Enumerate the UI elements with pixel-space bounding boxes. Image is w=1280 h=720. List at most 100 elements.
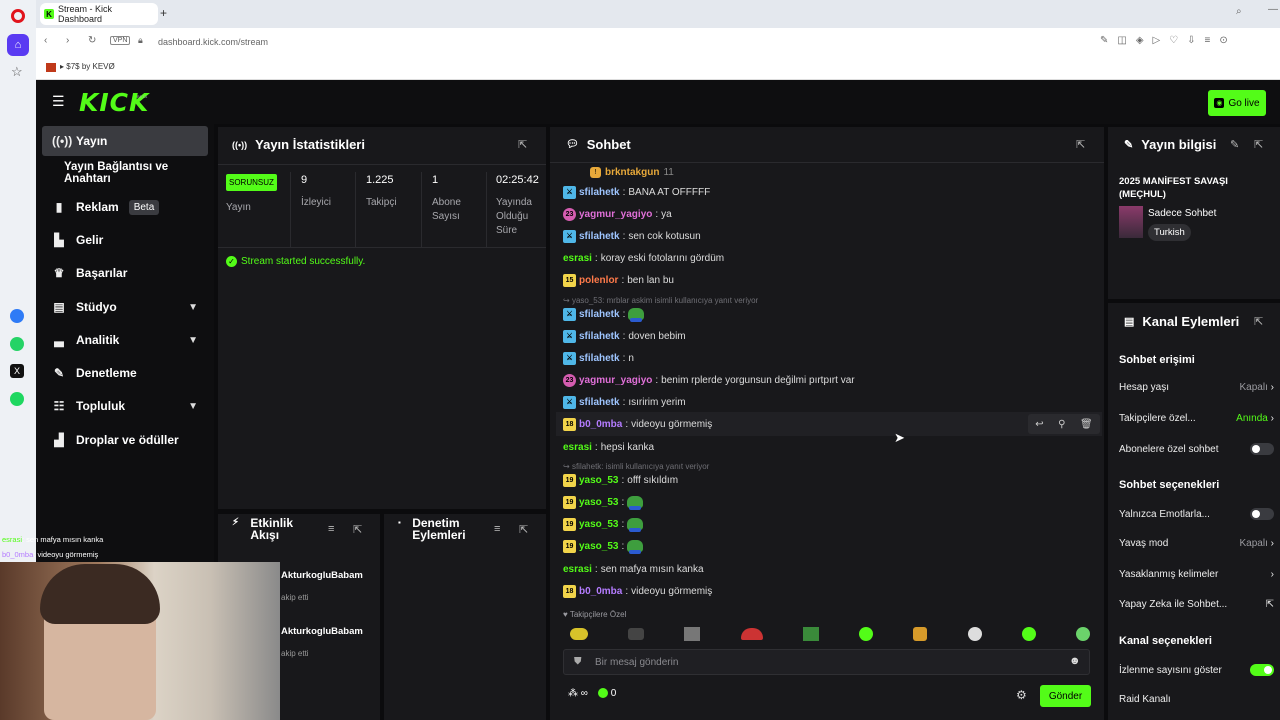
pin-icon[interactable]: ⚲ bbox=[1058, 419, 1065, 430]
chat-message[interactable]: 19 yaso_53: bbox=[563, 538, 644, 554]
filter-icon[interactable]: ≡ bbox=[494, 523, 500, 535]
filter-icon[interactable]: ≡ bbox=[328, 523, 334, 535]
chat-username[interactable]: b0_0mba bbox=[579, 419, 622, 430]
chat-message[interactable]: ⚔ sfilahetk: bbox=[563, 306, 645, 322]
chat-username[interactable]: b0_0mba bbox=[579, 586, 622, 597]
popout-icon[interactable]: ⇱ bbox=[1254, 315, 1263, 328]
sidebar-item-reklam[interactable]: ▮ Reklam Beta bbox=[42, 192, 208, 222]
chat-username[interactable]: esrasi bbox=[563, 442, 592, 453]
back-icon[interactable]: ‹ bbox=[44, 35, 47, 46]
language-tag[interactable]: Turkish bbox=[1148, 224, 1191, 241]
chat-message[interactable]: 23 yagmur_yagiyo: benim rplerde yorgunsun … bbox=[563, 372, 855, 388]
chat-username[interactable]: sfilahetk bbox=[579, 397, 620, 408]
sidebar-item-studyo[interactable]: ▤ Stüdyo ▼ bbox=[42, 292, 208, 322]
emoji-icon[interactable]: ☻ bbox=[1069, 655, 1081, 667]
show-viewers-setting[interactable]: İzlenme sayısını göster bbox=[1119, 664, 1274, 676]
edit-icon[interactable]: ✎ bbox=[1230, 138, 1239, 151]
opera-logo-icon[interactable] bbox=[11, 9, 25, 23]
chat-username[interactable]: yaso_53 bbox=[579, 519, 618, 530]
window-minimize-icon[interactable]: — bbox=[1268, 4, 1278, 15]
emote-icon[interactable] bbox=[967, 627, 982, 641]
browser-tab[interactable]: K Stream - Kick Dashboard bbox=[40, 3, 158, 25]
chat-message[interactable]: 18 b0_0mba: videoyu görmemiş bbox=[563, 583, 712, 599]
emote-icon[interactable] bbox=[802, 627, 819, 641]
category-thumbnail[interactable] bbox=[1119, 206, 1143, 238]
search-tabs-icon[interactable]: ⌕ bbox=[1236, 6, 1242, 17]
chat-username[interactable]: sfilahetk bbox=[579, 331, 620, 342]
emote-icon[interactable] bbox=[859, 627, 874, 641]
new-tab-icon[interactable]: + bbox=[160, 6, 167, 20]
chat-username[interactable]: yagmur_yagiyo bbox=[579, 375, 652, 386]
account-age-setting[interactable]: Hesap yaşı Kapalı › bbox=[1119, 382, 1274, 393]
reload-icon[interactable]: ↻ bbox=[88, 35, 96, 46]
emote-icon[interactable] bbox=[628, 628, 645, 640]
popout-icon[interactable]: ⇱ bbox=[518, 138, 527, 151]
emote-icon[interactable] bbox=[1075, 627, 1090, 641]
chat-username[interactable]: esrasi bbox=[563, 253, 592, 264]
popout-icon[interactable]: ⇱ bbox=[1076, 138, 1085, 151]
slow-mode-setting[interactable]: Yavaş mod Kapalı › bbox=[1119, 538, 1274, 549]
sidebar-item-gelir[interactable]: ▙ Gelir bbox=[42, 225, 208, 255]
chat-message[interactable]: ⚔ sfilahetk: n bbox=[563, 350, 634, 366]
popout-icon[interactable]: ⇱ bbox=[353, 523, 362, 536]
chat-username[interactable]: yaso_53 bbox=[579, 497, 618, 508]
chat-message[interactable]: ⚔ sfilahetk: sen cok kotusun bbox=[563, 228, 701, 244]
x-icon[interactable]: X bbox=[10, 364, 24, 378]
chat-username[interactable]: esrasi bbox=[563, 564, 592, 575]
chat-message[interactable]: 19 yaso_53: offf sıkıldım bbox=[563, 472, 678, 488]
emote-icon[interactable] bbox=[913, 627, 928, 641]
sidebar-item-droplar[interactable]: ▟ Droplar ve ödüller bbox=[42, 425, 208, 455]
subs-only-toggle[interactable] bbox=[1250, 443, 1274, 455]
category-name[interactable]: Sadece Sohbet bbox=[1148, 208, 1216, 219]
points-display[interactable]: 0 bbox=[597, 688, 616, 699]
subs-only-setting[interactable]: Abonelere özel sohbet bbox=[1119, 443, 1274, 455]
sidebar-item-stream-key[interactable]: Yayın Bağlantısı ve Anahtarı bbox=[42, 158, 208, 188]
pinned-user[interactable]: ! brkntakgun 11 bbox=[590, 167, 674, 178]
url-text[interactable]: dashboard.kick.com/stream bbox=[158, 37, 268, 47]
chat-message[interactable]: ⚔ sfilahetk: ısıririm yerim bbox=[563, 394, 686, 410]
messenger-icon[interactable] bbox=[10, 309, 24, 323]
chat-message[interactable]: 18 b0_0mba: videoyu görmemiş bbox=[563, 416, 712, 432]
home-icon[interactable]: ⌂ bbox=[7, 34, 29, 56]
chat-username[interactable]: polenlor bbox=[579, 275, 618, 286]
chat-message[interactable]: esrasi: hepsi kanka bbox=[563, 439, 654, 455]
chat-username[interactable]: yagmur_yagiyo bbox=[579, 209, 652, 220]
emote-icon[interactable] bbox=[570, 628, 588, 640]
popout-icon[interactable]: ⇱ bbox=[1254, 138, 1263, 151]
whatsapp-icon[interactable] bbox=[10, 337, 24, 351]
emotes-only-setting[interactable]: Yalnızca Emotlarla... bbox=[1119, 508, 1274, 520]
chat-message[interactable]: 23 yagmur_yagiyo: ya bbox=[563, 206, 672, 222]
chat-username[interactable]: yaso_53 bbox=[579, 541, 618, 552]
sidebar-item-basarilar[interactable]: ♛ Başarılar bbox=[42, 258, 208, 288]
chat-username[interactable]: sfilahetk bbox=[579, 353, 620, 364]
chat-username[interactable]: sfilahetk bbox=[579, 187, 620, 198]
emote-icon[interactable] bbox=[1021, 627, 1036, 641]
sidebar-item-topluluk[interactable]: ☷ Topluluk ▼ bbox=[42, 391, 208, 421]
chat-message[interactable]: esrasi: koray eski fotolarını gördüm bbox=[563, 250, 724, 266]
delete-icon[interactable]: 🗑︎ bbox=[1080, 419, 1093, 430]
chat-message[interactable]: 15 polenlor: ben lan bu bbox=[563, 272, 674, 288]
vpn-badge[interactable]: VPN bbox=[110, 36, 131, 45]
sidebar-item-denetleme[interactable]: ✎ Denetleme bbox=[42, 358, 208, 388]
reply-icon[interactable]: ↩ bbox=[1035, 419, 1043, 430]
sidebar-item-analitik[interactable]: ▃ Analitik ▼ bbox=[42, 325, 208, 355]
forward-icon[interactable]: › bbox=[66, 35, 69, 46]
send-button[interactable]: Gönder bbox=[1040, 685, 1091, 707]
chat-message[interactable]: esrasi: sen mafya mısın kanka bbox=[563, 561, 704, 577]
star-icon[interactable]: ☆ bbox=[11, 64, 23, 80]
chat-username[interactable]: sfilahetk bbox=[579, 309, 620, 320]
popout-icon[interactable]: ⇱ bbox=[519, 523, 528, 536]
sidebar-item-yayin[interactable]: ((•)) Yayın bbox=[42, 126, 208, 156]
chat-username[interactable]: sfilahetk bbox=[579, 231, 620, 242]
chat-message[interactable]: ⚔ sfilahetk: doven bebim bbox=[563, 328, 686, 344]
emote-icon[interactable] bbox=[684, 627, 701, 641]
chat-message[interactable]: ⚔ sfilahetk: BANA AT OFFFFF bbox=[563, 184, 710, 200]
chat-message[interactable]: 19 yaso_53: bbox=[563, 516, 644, 532]
kick-logo[interactable]: KICK bbox=[79, 88, 149, 117]
toolbar-icons[interactable]: ✎◫◈▷♡⇩≡⊙ bbox=[1100, 35, 1237, 46]
banned-words-setting[interactable]: Yasaklanmış kelimeler › bbox=[1119, 569, 1274, 580]
go-live-button[interactable]: ◉ Go live bbox=[1208, 90, 1266, 116]
emote-icon[interactable] bbox=[740, 628, 763, 640]
menu-icon[interactable]: ☰ bbox=[52, 93, 65, 110]
chat-settings-icon[interactable]: ⚙ bbox=[1016, 688, 1027, 702]
